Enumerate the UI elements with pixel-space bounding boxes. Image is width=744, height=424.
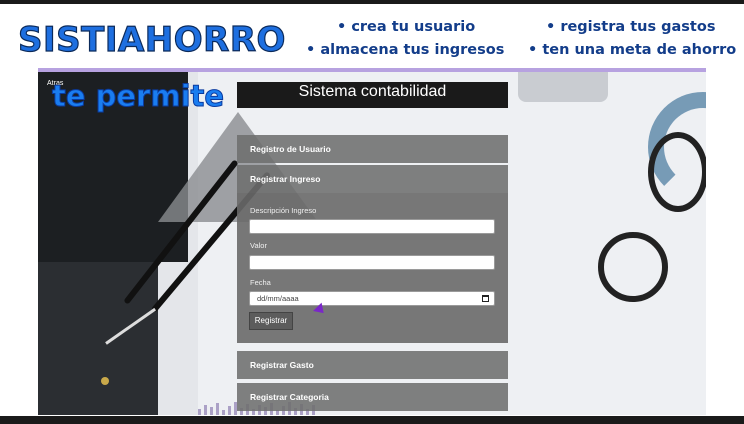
accordion-panel: Registro de Usuario Registrar Ingreso De… — [237, 135, 508, 415]
registrar-button[interactable]: Registrar — [249, 312, 293, 330]
top-border — [0, 0, 744, 4]
ingreso-form: Descripción Ingreso Valor Fecha dd/mm/aa… — [237, 193, 508, 343]
section-registrar-ingreso[interactable]: Registrar Ingreso — [237, 165, 508, 193]
feature-bullet-meta-ahorro: • ten una meta de ahorro — [528, 42, 737, 58]
background-glasses-lens — [598, 232, 668, 302]
descripcion-input[interactable] — [249, 219, 495, 234]
background-glasses-lens — [648, 132, 706, 212]
descripcion-label: Descripción Ingreso — [250, 206, 317, 215]
valor-label: Valor — [250, 241, 267, 250]
section-registrar-gasto[interactable]: Registrar Gasto — [237, 351, 508, 379]
calendar-icon[interactable] — [482, 295, 489, 302]
fecha-label: Fecha — [250, 278, 271, 287]
app-title: Sistema contabilidad — [237, 82, 508, 108]
background-laptop — [518, 72, 608, 102]
brand-title: SISTIAHORRO — [17, 19, 286, 60]
section-registro-usuario[interactable]: Registro de Usuario — [237, 135, 508, 163]
app-screenshot-area: Atras te permite Sistema contabilidad Re… — [38, 72, 706, 415]
feature-bullet-gastos: • registra tus gastos — [546, 19, 716, 35]
feature-bullet-crear-usuario: • crea tu usuario — [337, 19, 476, 35]
bottom-border — [0, 416, 744, 424]
tagline: te permite — [51, 79, 225, 114]
valor-input[interactable] — [249, 255, 495, 270]
fecha-placeholder: dd/mm/aaaa — [257, 294, 299, 303]
fecha-input[interactable]: dd/mm/aaaa — [249, 291, 495, 306]
background-clock-dot — [101, 377, 109, 385]
section-registrar-categoria[interactable]: Registrar Categoria — [237, 383, 508, 411]
feature-bullet-ingresos: • almacena tus ingresos — [306, 42, 505, 58]
